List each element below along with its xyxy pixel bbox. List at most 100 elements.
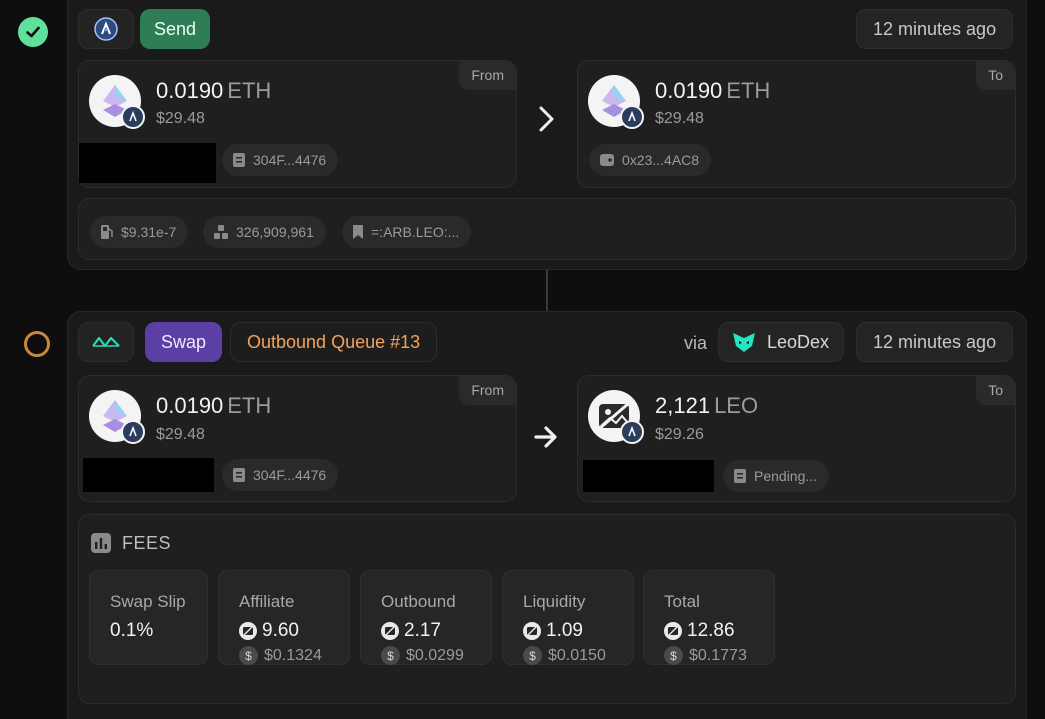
tx1-from-usd: $29.48 (156, 110, 205, 127)
pending-text: Pending... (754, 468, 818, 484)
via-label: via (684, 333, 708, 353)
fee-value: 2.17 (381, 620, 491, 642)
chain-badge[interactable] (78, 9, 134, 49)
arbitrum-badge-icon (121, 420, 145, 444)
tx1-from-hash-chip[interactable]: 304F...4476 (222, 144, 339, 176)
tx1-timestamp: 12 minutes ago (856, 9, 1014, 49)
tx2-to-amount: 2,121 LEO (655, 393, 758, 419)
fee-card-affiliate: Affiliate 9.60 $ $0.1324 (218, 570, 350, 665)
amount-value: 0.0190 (156, 78, 224, 103)
tx1-from-amount: 0.0190 ETH (156, 78, 271, 104)
arrow-right-icon (533, 422, 559, 460)
to-tag: To (976, 61, 1015, 90)
bookmark-icon (352, 224, 364, 240)
thorchain-icon (91, 334, 121, 350)
fee-value-text: 1.09 (546, 620, 583, 641)
memo-chip[interactable]: =:ARB.LEO:... (342, 216, 472, 248)
outbound-queue-badge: Outbound Queue #13 (230, 322, 438, 362)
dollar-icon: $ (664, 646, 683, 665)
fee-label: Total (664, 592, 700, 611)
tx1-to-address-chip[interactable]: 0x23...4AC8 (589, 144, 712, 176)
via-name: LeoDex (767, 331, 830, 352)
fees-title: FEES (122, 532, 172, 553)
arbitrum-icon (94, 17, 118, 41)
amount-value: 0.0190 (156, 393, 224, 418)
fee-usd-text: $0.0299 (406, 646, 464, 664)
token-image-icon (239, 622, 257, 640)
tx2-to-usd: $29.26 (655, 426, 704, 443)
tx1-to-usd: $29.48 (655, 110, 704, 127)
amount-unit: ETH (726, 78, 771, 103)
hash-text: 304F...4476 (253, 467, 327, 483)
fee-label: Outbound (381, 592, 456, 611)
arbitrum-badge-icon (620, 105, 644, 129)
fee-usd-text: $0.0150 (548, 646, 606, 664)
hash-text: 304F...4476 (253, 152, 327, 168)
fee-usd-text: $0.1773 (689, 646, 747, 664)
fee-label: Liquidity (523, 592, 586, 611)
fee-card-swap-slip: Swap Slip 0.1% (89, 570, 208, 665)
fee-value: 12.86 (664, 620, 774, 642)
document-icon (232, 467, 246, 483)
fee-card-liquidity: Liquidity 1.09 $ $0.0150 (502, 570, 634, 665)
via-leodex-button[interactable]: LeoDex (718, 322, 845, 362)
wallet-icon (599, 153, 615, 167)
eth-icon (89, 75, 145, 129)
token-image-icon (523, 622, 541, 640)
document-icon (232, 152, 246, 168)
block-height-text: 326,909,961 (236, 224, 314, 240)
redacted-address (83, 458, 214, 492)
fee-label: Swap Slip (110, 592, 186, 611)
eth-icon (588, 75, 644, 129)
amount-value: 0.0190 (655, 78, 723, 103)
eth-icon (89, 390, 145, 444)
redacted-address (79, 143, 216, 183)
gas-pump-icon (100, 224, 114, 240)
amount-unit: ETH (227, 393, 272, 418)
tx2-timestamp: 12 minutes ago (856, 322, 1014, 362)
fee-value: 9.60 (239, 620, 349, 642)
tx1-to-amount: 0.0190 ETH (655, 78, 770, 104)
redacted-address (583, 460, 714, 492)
to-tag: To (976, 376, 1015, 405)
tx2-from-amount: 0.0190 ETH (156, 393, 271, 419)
chevron-right-icon (537, 104, 557, 142)
block-height-chip[interactable]: 326,909,961 (203, 216, 326, 248)
protocol-badge[interactable] (78, 322, 134, 362)
dollar-icon: $ (523, 646, 542, 665)
timeline-connector (546, 270, 548, 312)
fee-label: Affiliate (239, 592, 295, 611)
arbitrum-badge-icon (620, 420, 644, 444)
fee-value-text: 12.86 (687, 620, 735, 641)
fee-usd-text: $0.1324 (264, 646, 322, 664)
fee-value-text: 0.1% (110, 620, 154, 641)
arbitrum-badge-icon (121, 105, 145, 129)
fee-usd: $ $0.0150 (523, 646, 633, 665)
fee-usd: $ $0.0299 (381, 646, 491, 665)
memo-text: =:ARB.LEO:... (371, 224, 460, 240)
tx2-to-status-chip: Pending... (723, 460, 830, 492)
gas-fee-chip: $9.31e-7 (90, 216, 189, 248)
fee-usd: $ $0.1773 (664, 646, 774, 665)
fee-value: 0.1% (110, 620, 207, 642)
fee-card-outbound: Outbound 2.17 $ $0.0299 (360, 570, 492, 665)
gas-fee-text: $9.31e-7 (121, 224, 177, 240)
tx2-from-hash-chip[interactable]: 304F...4476 (222, 459, 339, 491)
fee-value: 1.09 (523, 620, 633, 642)
send-type-badge: Send (140, 9, 211, 49)
swap-type-badge: Swap (145, 322, 223, 362)
fee-usd: $ $0.1324 (239, 646, 349, 665)
amount-unit: LEO (714, 393, 759, 418)
address-text: 0x23...4AC8 (622, 152, 700, 168)
fee-card-total: Total 12.86 $ $0.1773 (643, 570, 775, 665)
fee-value-text: 9.60 (262, 620, 299, 641)
amount-unit: ETH (227, 78, 272, 103)
status-complete-icon (18, 17, 48, 47)
dollar-icon: $ (381, 646, 400, 665)
status-pending-icon (24, 331, 50, 357)
tx2-from-usd: $29.48 (156, 426, 205, 443)
from-tag: From (459, 376, 516, 405)
token-image-icon (664, 622, 682, 640)
leo-image-placeholder-icon (588, 390, 644, 444)
bar-chart-icon (90, 532, 112, 554)
